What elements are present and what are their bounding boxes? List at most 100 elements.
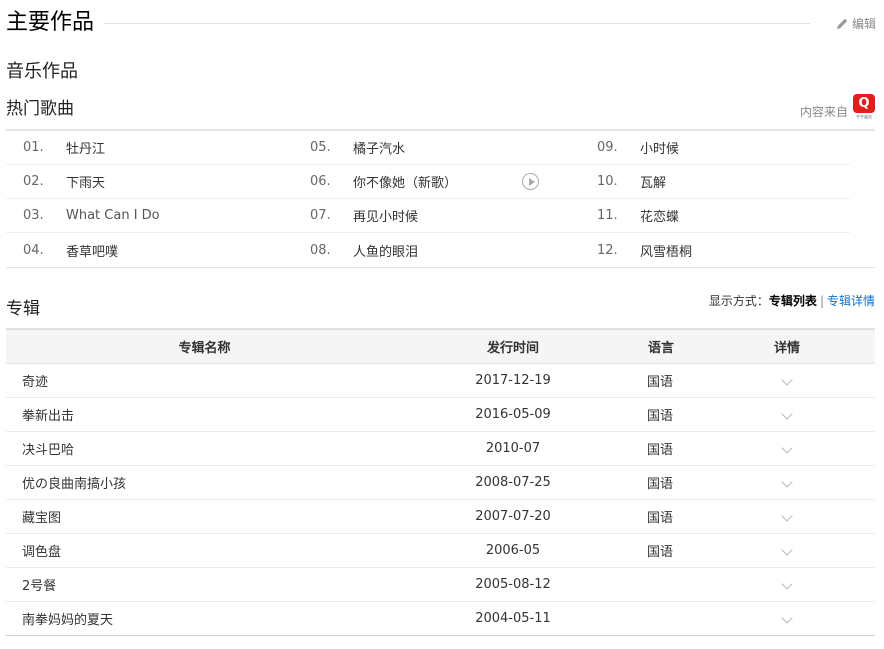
column-header-date: 发行时间 [403,329,623,364]
song-name[interactable]: 你不像她（新歌） [353,172,457,191]
table-row[interactable]: 南拳妈妈的夏天 2004-05-11 [6,601,875,636]
table-row[interactable]: 调色盘 2006-05 国语 [6,533,875,568]
song-item[interactable]: 01. 牡丹江 [6,131,293,165]
detail-cell [699,499,875,534]
table-row[interactable]: 优の良曲南搞小孩 2008-07-25 国语 [6,465,875,500]
song-number: 05. [310,140,331,155]
pencil-icon [836,18,848,29]
song-item[interactable]: 12. 风雪梧桐 [580,233,850,267]
album-lang [623,567,699,602]
detail-cell [699,533,875,568]
chevron-down-icon[interactable] [781,441,793,454]
chevron-down-icon[interactable] [781,407,793,420]
detail-cell [699,397,875,432]
song-number: 02. [23,174,44,189]
song-number: 10. [597,174,618,189]
music-section-title: 音乐作品 [6,61,78,82]
album-lang: 国语 [623,499,699,534]
album-detail-option[interactable]: 专辑详情 [827,294,875,308]
song-name[interactable]: What Can I Do [66,208,160,223]
detail-cell [699,465,875,500]
song-name[interactable]: 再见小时候 [353,206,418,225]
table-row[interactable]: 藏宝图 2007-07-20 国语 [6,499,875,534]
album-name[interactable]: 奇迹 [6,363,403,398]
detail-cell [699,431,875,466]
edit-button[interactable]: 编辑 [836,15,876,32]
column-header-lang: 语言 [623,329,699,364]
song-name[interactable]: 下雨天 [66,172,105,191]
song-name[interactable]: 小时候 [640,138,679,157]
song-item[interactable]: 05. 橘子汽水 [293,131,580,165]
song-name[interactable]: 瓦解 [640,172,666,191]
hot-songs-list: 01. 牡丹江 02. 下雨天 03. What Can I Do 04. 香草… [6,129,875,268]
page-title: 主要作品 [6,10,95,35]
play-icon[interactable] [522,173,539,190]
song-name[interactable]: 风雪梧桐 [640,241,692,260]
song-number: 06. [310,174,331,189]
song-number: 12. [597,242,618,258]
song-number: 07. [310,208,331,223]
album-name[interactable]: 拳新出击 [6,397,403,432]
hot-songs-title: 热门歌曲 [6,99,74,119]
album-date: 2016-05-09 [403,397,623,432]
table-row[interactable]: 拳新出击 2016-05-09 国语 [6,397,875,432]
song-column-3: 09. 小时候 10. 瓦解 11. 花恋蝶 12. 风雪梧桐 [580,131,850,267]
album-lang: 国语 [623,465,699,500]
album-date: 2007-07-20 [403,499,623,534]
display-mode-switch: 显示方式：专辑列表 | 专辑详情 [709,292,875,309]
song-name[interactable]: 牡丹江 [66,138,105,157]
albums-title: 专辑 [6,299,40,319]
album-lang [623,601,699,636]
chevron-down-icon[interactable] [781,611,793,624]
column-header-name: 专辑名称 [6,329,403,364]
album-lang: 国语 [623,397,699,432]
album-name[interactable]: 藏宝图 [6,499,403,534]
song-column-1: 01. 牡丹江 02. 下雨天 03. What Can I Do 04. 香草… [6,131,293,267]
qianqian-logo[interactable]: Q 千千音乐 [852,94,876,121]
album-name[interactable]: 调色盘 [6,533,403,568]
table-row[interactable]: 决斗巴哈 2010-07 国语 [6,431,875,466]
album-name[interactable]: 2号餐 [6,567,403,602]
q-logo-icon: Q [853,94,875,113]
song-item[interactable]: 11. 花恋蝶 [580,199,850,233]
song-name[interactable]: 橘子汽水 [353,138,405,157]
album-list-option[interactable]: 专辑列表 [769,294,817,308]
detail-cell [699,567,875,602]
album-lang: 国语 [623,363,699,398]
chevron-down-icon[interactable] [781,373,793,386]
song-number: 11. [597,208,618,223]
album-lang: 国语 [623,533,699,568]
column-header-detail: 详情 [699,329,875,364]
album-date: 2006-05 [403,533,623,568]
album-name[interactable]: 优の良曲南搞小孩 [6,465,403,500]
chevron-down-icon[interactable] [781,577,793,590]
album-date: 2017-12-19 [403,363,623,398]
song-number: 01. [23,140,44,155]
album-name[interactable]: 决斗巴哈 [6,431,403,466]
album-date: 2005-08-12 [403,567,623,602]
song-column-2: 05. 橘子汽水 06. 你不像她（新歌） 07. 再见小时候 08. 人鱼的眼… [293,131,580,267]
song-item[interactable]: 04. 香草吧噗 [6,233,293,267]
song-item[interactable]: 02. 下雨天 [6,165,293,199]
album-lang: 国语 [623,431,699,466]
song-item[interactable]: 06. 你不像她（新歌） [293,165,580,199]
chevron-down-icon[interactable] [781,543,793,556]
song-item[interactable]: 10. 瓦解 [580,165,850,199]
option-separator: | [819,294,824,308]
table-row[interactable]: 2号餐 2005-08-12 [6,567,875,602]
song-name[interactable]: 花恋蝶 [640,206,679,225]
song-item[interactable]: 08. 人鱼的眼泪 [293,233,580,267]
album-name[interactable]: 南拳妈妈的夏天 [6,601,403,636]
chevron-down-icon[interactable] [781,509,793,522]
album-date: 2008-07-25 [403,465,623,500]
song-item[interactable]: 07. 再见小时候 [293,199,580,233]
song-item[interactable]: 09. 小时候 [580,131,850,165]
content-source: 内容来自 Q 千千音乐 [800,94,876,121]
song-number: 08. [310,242,331,258]
album-date: 2010-07 [403,431,623,466]
song-name[interactable]: 人鱼的眼泪 [353,241,418,260]
chevron-down-icon[interactable] [781,475,793,488]
table-row[interactable]: 奇迹 2017-12-19 国语 [6,363,875,398]
song-name[interactable]: 香草吧噗 [66,241,118,260]
song-item[interactable]: 03. What Can I Do [6,199,293,233]
